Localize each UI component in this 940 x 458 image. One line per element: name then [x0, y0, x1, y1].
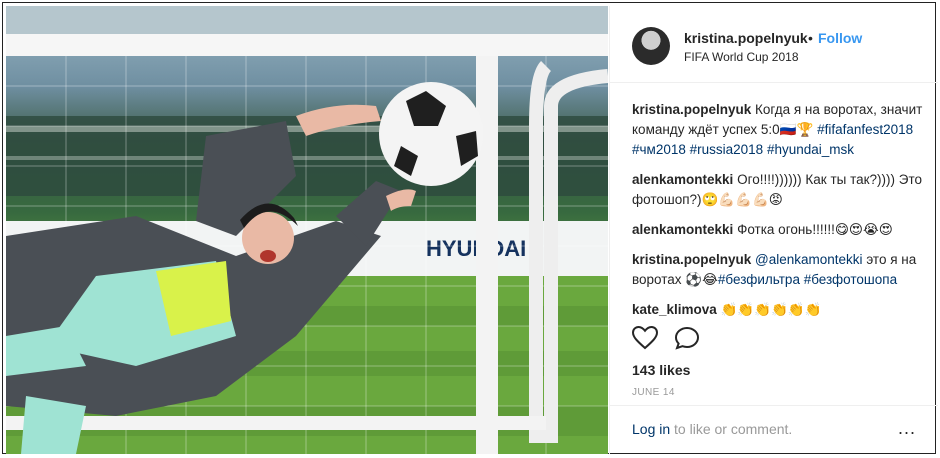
trophy-icon: 🏆: [796, 122, 814, 137]
comment-text: Фотка огонь!!!!!!: [737, 222, 835, 237]
author-username[interactable]: kristina.popelnyuk: [684, 30, 808, 46]
comment-item: alenkamontekki Фотка огонь!!!!!!😋😍😭😍: [632, 220, 928, 240]
more-options-icon[interactable]: ...: [898, 418, 916, 439]
comment-emojis: ⚽😂: [685, 272, 718, 287]
mention-link[interactable]: @alenkamontekki: [755, 252, 863, 267]
avatar[interactable]: [632, 27, 670, 65]
hashtag-link[interactable]: #чм2018: [632, 142, 686, 157]
caption: kristina.popelnyuk Когда я на воротах, з…: [632, 100, 928, 160]
hashtag-link[interactable]: #hyundai_msk: [767, 142, 854, 157]
comment-item: kate_klimova 👏👏👏👏👏👏: [632, 300, 928, 320]
comment-username[interactable]: kristina.popelnyuk: [632, 252, 751, 267]
hashtag-link[interactable]: #russia2018: [690, 142, 764, 157]
post-date: JUNE 14: [632, 387, 675, 398]
post-photo[interactable]: HYUNDAI: [6, 6, 608, 454]
comment-username[interactable]: alenkamontekki: [632, 172, 733, 187]
comment-emojis: 😋😍😭😍: [834, 222, 893, 237]
hashtag-link[interactable]: #безфильтра: [718, 272, 800, 287]
post-sidebar: kristina.popelnyuk • Follow FIFA World C…: [609, 6, 938, 454]
hashtag-link[interactable]: #fifafanfest2018: [817, 122, 913, 137]
login-footer: Log in to like or comment. ...: [610, 405, 938, 454]
follow-button[interactable]: Follow: [818, 30, 862, 46]
comment-emojis: 🙄💪🏻💪🏻💪🏻😡: [701, 192, 783, 207]
login-prompt: Log in to like or comment.: [632, 421, 792, 437]
photo-illustration: HYUNDAI: [6, 6, 608, 454]
login-link[interactable]: Log in: [632, 421, 670, 437]
heart-icon[interactable]: [631, 325, 659, 350]
comment-item: alenkamontekki Ого!!!!)))))) Как ты так?…: [632, 170, 928, 210]
header-separator: •: [808, 30, 813, 46]
comment-icon[interactable]: [674, 326, 700, 350]
comment-username[interactable]: kate_klimova: [632, 302, 717, 317]
comment-item: kristina.popelnyuk @alenkamontekki это я…: [632, 250, 928, 290]
caption-username[interactable]: kristina.popelnyuk: [632, 102, 751, 117]
comment-username[interactable]: alenkamontekki: [632, 222, 733, 237]
location-link[interactable]: FIFA World Cup 2018: [684, 50, 799, 64]
likes-count[interactable]: 143 likes: [632, 362, 690, 378]
hashtag-link[interactable]: #безфотошопа: [804, 272, 897, 287]
post-header: kristina.popelnyuk • Follow FIFA World C…: [610, 6, 938, 83]
comments-list: kristina.popelnyuk Когда я на воротах, з…: [632, 100, 928, 330]
comment-emojis: 👏👏👏👏👏👏: [720, 302, 822, 317]
post-container: HYUNDAI: [2, 2, 938, 454]
flag-icon: 🇷🇺: [779, 122, 797, 137]
action-bar: [631, 325, 700, 354]
login-prompt-text: to like or comment.: [670, 421, 793, 437]
